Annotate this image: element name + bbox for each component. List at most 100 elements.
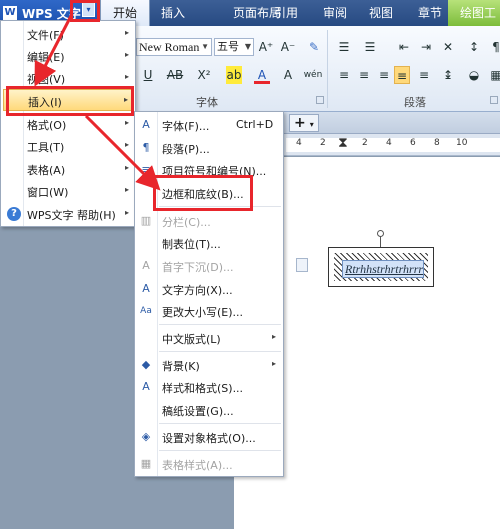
increase-indent-icon[interactable]: ⇥ [418, 38, 434, 56]
menu-item-table[interactable]: 表格(A) ▸ [3, 158, 133, 180]
divider [327, 30, 328, 108]
tab-section[interactable]: 章节 [415, 0, 445, 26]
chevron-right-icon: ▸ [124, 28, 129, 37]
indent-marker-icon[interactable]: ⧗ [338, 135, 348, 151]
ruler-number: 4 [386, 138, 392, 148]
submenu-item-label: 表格样式(A)... [162, 459, 233, 472]
menu-item-window[interactable]: 窗口(W) ▸ [3, 180, 133, 202]
shortcut-label: Ctrl+D [236, 118, 274, 131]
table-style-icon: ▦ [140, 457, 152, 470]
font-size-value: 五号 [217, 40, 239, 53]
annotation-box-insert [6, 86, 134, 116]
tab-view[interactable]: 视图 [366, 0, 396, 26]
object-format-icon: ◈ [141, 430, 151, 443]
show-marks-icon[interactable]: ¶ [488, 38, 500, 56]
clear-format-button[interactable]: A [280, 66, 296, 84]
ruler-number: 4 [296, 138, 302, 148]
grow-font-button[interactable]: A⁺ [258, 38, 274, 56]
wps-logo-icon: W [3, 6, 17, 20]
submenu-item-tabs[interactable]: 制表位(T)... [135, 232, 283, 254]
tab-references[interactable]: 引用 [271, 0, 301, 26]
ruler-number: 6 [410, 138, 416, 148]
decrease-indent-icon[interactable]: ⇤ [396, 38, 412, 56]
menu-item-tools[interactable]: 工具(T) ▸ [3, 135, 133, 157]
menu-item-edit[interactable]: 编辑(E) ▸ [3, 45, 133, 67]
menu-item-file[interactable]: 文件(F) ▸ [3, 23, 133, 45]
align-right-icon[interactable]: ≡ [376, 66, 392, 84]
submenu-item-background[interactable]: ◆ 背景(K) ▸ [135, 354, 283, 376]
menu-item-label: 格式(O) [27, 119, 67, 132]
styles-icon: A [142, 380, 150, 393]
columns-icon: ▥ [140, 214, 152, 227]
new-tab-button[interactable]: + ▾ [289, 114, 319, 132]
align-center-icon[interactable]: ≡ [356, 66, 372, 84]
align-left-icon[interactable]: ≡ [336, 66, 352, 84]
submenu-item-chinese-layout[interactable]: 中文版式(L) ▸ [135, 327, 283, 349]
tab-drawing-tools[interactable]: 绘图工 [448, 0, 500, 26]
ruler-text-area [286, 138, 500, 152]
line-spacing-icon[interactable]: ↨ [440, 66, 456, 84]
submenu-item-styles-formatting[interactable]: A 样式和格式(S)... [135, 376, 283, 398]
tab-insert[interactable]: 插入 [158, 0, 188, 26]
tab-review[interactable]: 审阅 [320, 0, 350, 26]
phonetic-guide-button[interactable]: wén [300, 66, 326, 84]
rotation-handle[interactable] [377, 230, 384, 237]
submenu-item-change-case[interactable]: Aa 更改大小写(E)... [135, 300, 283, 322]
submenu-item-columns[interactable]: ▥ 分栏(C)... [135, 210, 283, 232]
format-painter-icon[interactable]: ✎ [306, 38, 322, 56]
ruler-number: 10 [456, 138, 468, 148]
menu-item-label: 文件(F) [27, 29, 64, 42]
font-icon: A [142, 118, 150, 131]
menu-item-label: 窗口(W) [27, 186, 69, 199]
shrink-font-button[interactable]: A⁻ [280, 38, 296, 56]
submenu-item-label: 段落(P)... [162, 143, 210, 156]
highlight-button[interactable]: ab [226, 66, 242, 84]
menu-item-label: 工具(T) [27, 141, 65, 154]
distribute-icon[interactable]: ≡ [416, 66, 432, 84]
submenu-item-font[interactable]: A 字体(F)... Ctrl+D [135, 114, 283, 136]
ruler-number: 2 [320, 138, 326, 148]
menu-item-help[interactable]: ? WPS文字 帮助(H) ▸ [3, 203, 133, 225]
drop-cap-icon: A [142, 259, 150, 272]
paragraph-dialog-launcher-icon[interactable] [490, 96, 498, 104]
text-box-content[interactable]: Rtrhhstrhrtrhrrr [345, 262, 423, 277]
sort-icon[interactable]: ↕ [466, 38, 482, 56]
numbering-icon[interactable]: ☰ [362, 38, 378, 56]
bullets-icon: ≡ [141, 163, 151, 176]
paragraph-marker-icon [296, 258, 308, 272]
bullets-icon[interactable]: ☰ [336, 38, 352, 56]
text-box[interactable]: Rtrhhstrhrtrhrrr [328, 247, 434, 287]
paint-bucket-icon: ◆ [141, 358, 151, 371]
menu-item-format[interactable]: 格式(O) ▸ [3, 113, 133, 135]
ruler-number: 8 [434, 138, 440, 148]
submenu-item-label: 设置对象格式(O)... [162, 432, 256, 445]
strikethrough-button[interactable]: AB [164, 66, 186, 84]
submenu-item-label: 稿纸设置(G)... [162, 405, 234, 418]
chevron-right-icon: ▸ [124, 140, 129, 149]
submenu-item-text-direction[interactable]: A 文字方向(X)... [135, 278, 283, 300]
chevron-right-icon: ▸ [124, 185, 129, 194]
text-box-selection: Rtrhhstrhrtrhrrr [342, 260, 424, 278]
submenu-item-label: 样式和格式(S)... [162, 382, 244, 395]
submenu-item-table-style[interactable]: ▦ 表格样式(A)... [135, 453, 283, 475]
ruler-number: 2 [362, 138, 368, 148]
submenu-item-drop-cap[interactable]: A 首字下沉(D)... [135, 255, 283, 277]
submenu-item-label: 字体(F)... [162, 120, 210, 133]
superscript-button[interactable]: X² [194, 66, 214, 84]
font-size-select[interactable]: 五号 ▼ [214, 38, 254, 56]
chinese-layout-icon[interactable]: ✕ [440, 38, 456, 56]
text-color-button[interactable]: A [254, 66, 270, 84]
shading-icon[interactable]: ◒ [466, 66, 482, 84]
submenu-item-label: 中文版式(L) [162, 333, 221, 346]
paragraph-icon: ¶ [142, 141, 150, 154]
chevron-right-icon: ▸ [124, 118, 129, 127]
submenu-item-manuscript-settings[interactable]: 稿纸设置(G)... [135, 399, 283, 421]
chevron-right-icon: ▸ [124, 50, 129, 59]
justify-icon[interactable]: ≡ [394, 66, 410, 84]
borders-icon[interactable]: ▦ [488, 66, 500, 84]
underline-button[interactable]: U [140, 66, 156, 84]
font-dialog-launcher-icon[interactable] [316, 96, 324, 104]
font-name-select[interactable]: New Roman ▼ [136, 38, 212, 56]
submenu-item-paragraph[interactable]: ¶ 段落(P)... [135, 137, 283, 159]
submenu-item-object-format[interactable]: ◈ 设置对象格式(O)... [135, 426, 283, 448]
